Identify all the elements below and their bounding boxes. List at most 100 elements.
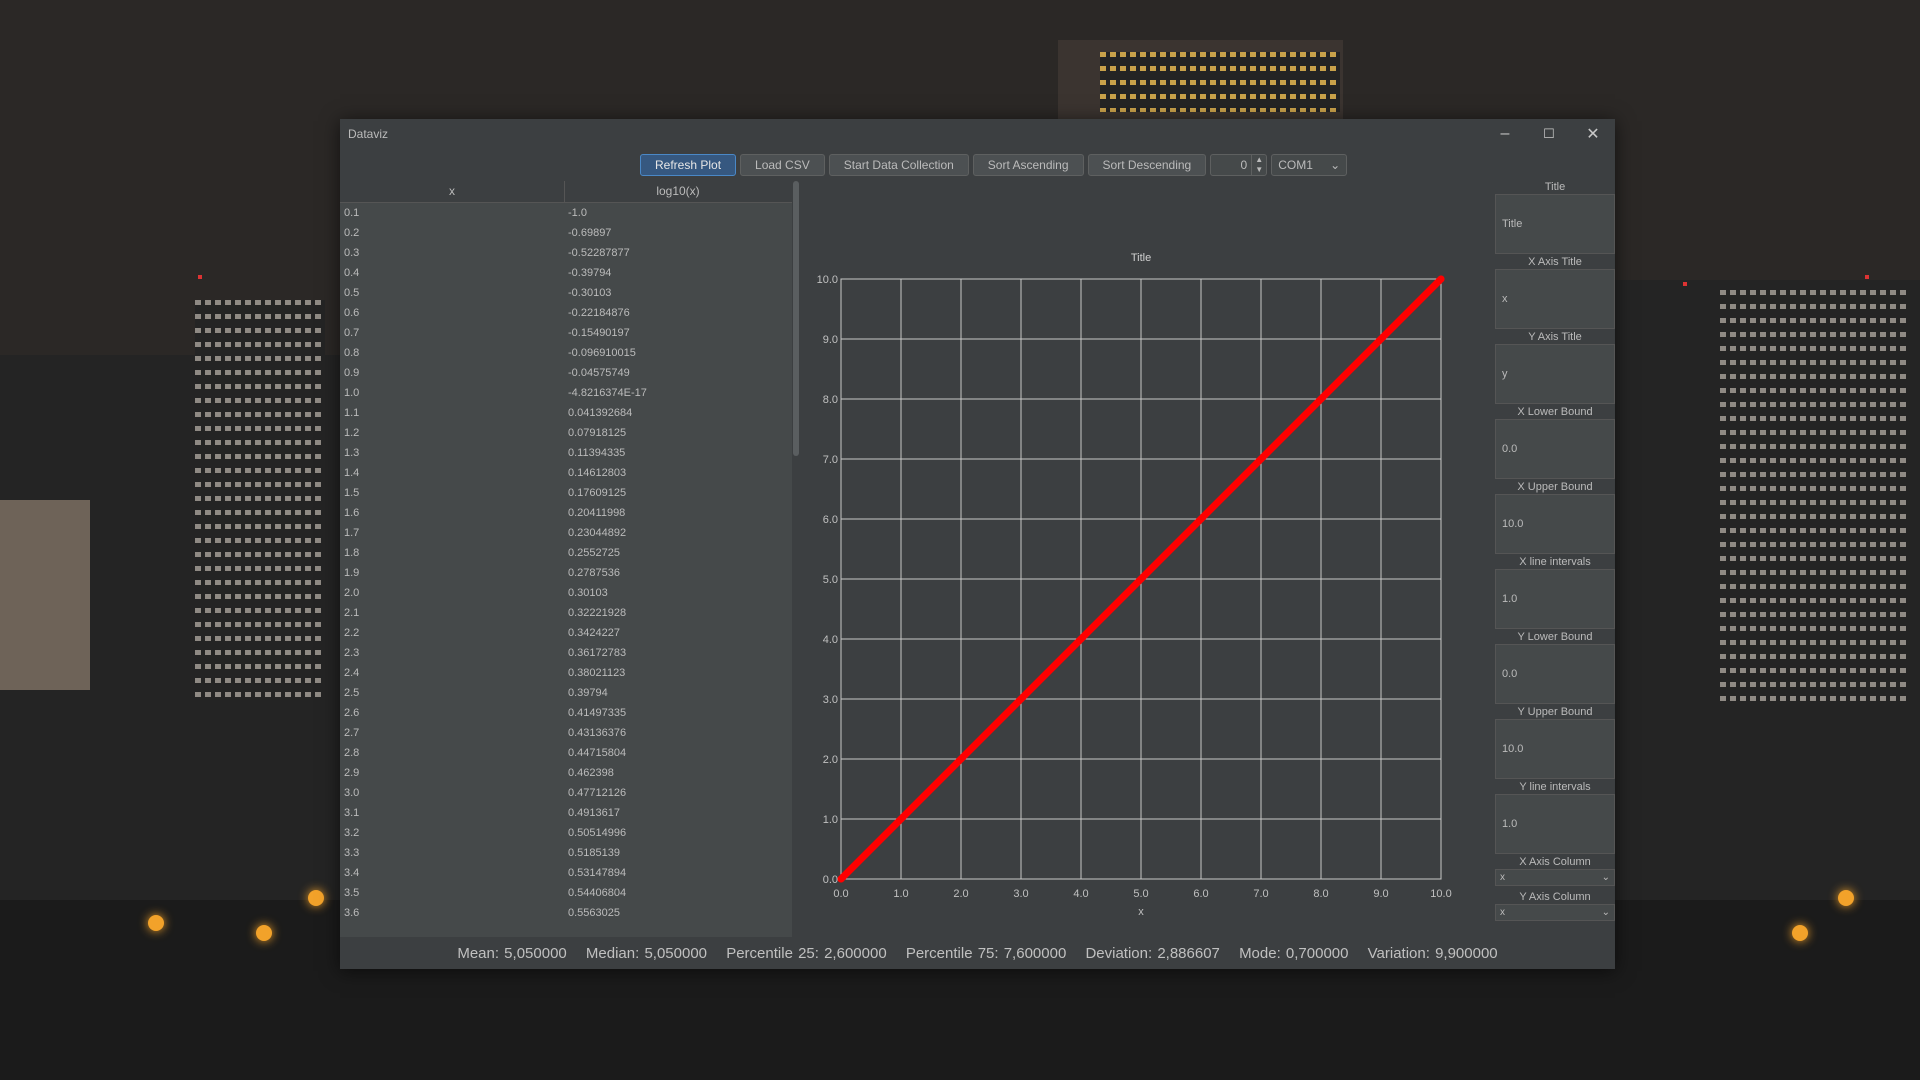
table-row[interactable]: 0.5 -0.30103 [340, 283, 790, 303]
cell-x[interactable]: 3.6 [340, 903, 564, 923]
cell-x[interactable]: 2.1 [340, 603, 564, 623]
x-axis-column-select[interactable]: x ⌄ [1495, 869, 1615, 886]
table-row[interactable]: 3.1 0.4913617 [340, 803, 790, 823]
table-row[interactable]: 1.8 0.2552725 [340, 543, 790, 563]
table-row[interactable]: 3.3 0.5185139 [340, 843, 790, 863]
sort-descending-button[interactable]: Sort Descending [1087, 154, 1207, 176]
cell-x[interactable]: 1.3 [340, 443, 564, 463]
table-row[interactable]: 0.4 -0.39794 [340, 263, 790, 283]
cell-log10[interactable]: 0.38021123 [564, 663, 790, 683]
cell-x[interactable]: 3.0 [340, 783, 564, 803]
x-line-intervals-field[interactable]: 1.0 [1495, 569, 1615, 629]
table-row[interactable]: 2.9 0.462398 [340, 763, 790, 783]
cell-log10[interactable]: 0.3424227 [564, 623, 790, 643]
cell-log10[interactable]: -1.0 [564, 203, 790, 223]
table-row[interactable]: 0.2 -0.69897 [340, 223, 790, 243]
table-row[interactable]: 0.8 -0.096910015 [340, 343, 790, 363]
table-row[interactable]: 2.6 0.41497335 [340, 703, 790, 723]
table-row[interactable]: 2.7 0.43136376 [340, 723, 790, 743]
cell-log10[interactable]: 0.11394335 [564, 443, 790, 463]
y-lower-bound-field[interactable]: 0.0 [1495, 644, 1615, 704]
table-row[interactable]: 1.1 0.041392684 [340, 403, 790, 423]
cell-x[interactable]: 0.7 [340, 323, 564, 343]
x-lower-bound-field[interactable]: 0.0 [1495, 419, 1615, 479]
table-row[interactable]: 2.3 0.36172783 [340, 643, 790, 663]
cell-log10[interactable]: 0.2787536 [564, 563, 790, 583]
column-header-log10[interactable]: log10(x) [565, 181, 791, 202]
y-line-intervals-field[interactable]: 1.0 [1495, 794, 1615, 854]
cell-x[interactable]: 0.2 [340, 223, 564, 243]
cell-log10[interactable]: 0.53147894 [564, 863, 790, 883]
x-upper-bound-field[interactable]: 10.0 [1495, 494, 1615, 554]
cell-log10[interactable]: -0.04575749 [564, 363, 790, 383]
cell-x[interactable]: 0.4 [340, 263, 564, 283]
table-row[interactable]: 2.8 0.44715804 [340, 743, 790, 763]
maximize-icon[interactable]: ☐ [1527, 119, 1571, 149]
minimize-icon[interactable]: – [1483, 119, 1527, 149]
cell-x[interactable]: 3.4 [340, 863, 564, 883]
cell-log10[interactable]: -0.39794 [564, 263, 790, 283]
cell-log10[interactable]: 0.36172783 [564, 643, 790, 663]
cell-log10[interactable]: 0.30103 [564, 583, 790, 603]
cell-log10[interactable]: 0.5563025 [564, 903, 790, 923]
table-row[interactable]: 1.6 0.20411998 [340, 503, 790, 523]
y-upper-bound-field[interactable]: 10.0 [1495, 719, 1615, 779]
table-row[interactable]: 0.7 -0.15490197 [340, 323, 790, 343]
title-field[interactable]: Title [1495, 194, 1615, 254]
table-row[interactable]: 2.2 0.3424227 [340, 623, 790, 643]
table-row[interactable]: 1.7 0.23044892 [340, 523, 790, 543]
refresh-plot-button[interactable]: Refresh Plot [640, 154, 737, 176]
scrollbar-thumb[interactable] [793, 181, 799, 456]
table-scrollbar[interactable] [792, 181, 800, 937]
table-row[interactable]: 2.1 0.32221928 [340, 603, 790, 623]
table-row[interactable]: 1.5 0.17609125 [340, 483, 790, 503]
cell-x[interactable]: 2.8 [340, 743, 564, 763]
cell-log10[interactable]: 0.50514996 [564, 823, 790, 843]
cell-x[interactable]: 0.3 [340, 243, 564, 263]
cell-x[interactable]: 0.8 [340, 343, 564, 363]
cell-x[interactable]: 1.5 [340, 483, 564, 503]
table-row[interactable]: 3.4 0.53147894 [340, 863, 790, 883]
table-row[interactable]: 3.2 0.50514996 [340, 823, 790, 843]
cell-log10[interactable]: 0.32221928 [564, 603, 790, 623]
cell-x[interactable]: 1.9 [340, 563, 564, 583]
cell-log10[interactable]: 0.5185139 [564, 843, 790, 863]
table-row[interactable]: 1.0 -4.8216374E-17 [340, 383, 790, 403]
cell-log10[interactable]: -0.52287877 [564, 243, 790, 263]
table-row[interactable]: 0.9 -0.04575749 [340, 363, 790, 383]
table-row[interactable]: 1.2 0.07918125 [340, 423, 790, 443]
cell-x[interactable]: 1.0 [340, 383, 564, 403]
table-row[interactable]: 1.9 0.2787536 [340, 563, 790, 583]
column-header-x[interactable]: x [340, 181, 565, 202]
cell-x[interactable]: 1.7 [340, 523, 564, 543]
cell-x[interactable]: 3.2 [340, 823, 564, 843]
cell-x[interactable]: 2.3 [340, 643, 564, 663]
cell-x[interactable]: 2.7 [340, 723, 564, 743]
spinner-arrows-icon[interactable]: ▲ ▼ [1251, 155, 1266, 175]
cell-log10[interactable]: 0.43136376 [564, 723, 790, 743]
cell-x[interactable]: 3.5 [340, 883, 564, 903]
count-spinner[interactable]: 0 ▲ ▼ [1210, 154, 1268, 176]
cell-x[interactable]: 1.4 [340, 463, 564, 483]
table-row[interactable]: 0.3 -0.52287877 [340, 243, 790, 263]
cell-log10[interactable]: 0.17609125 [564, 483, 790, 503]
table-row[interactable]: 3.0 0.47712126 [340, 783, 790, 803]
y-axis-column-select[interactable]: x ⌄ [1495, 904, 1615, 921]
cell-log10[interactable]: -0.69897 [564, 223, 790, 243]
cell-log10[interactable]: -0.30103 [564, 283, 790, 303]
cell-x[interactable]: 2.2 [340, 623, 564, 643]
y-axis-title-field[interactable]: y [1495, 344, 1615, 404]
table-row[interactable]: 1.4 0.14612803 [340, 463, 790, 483]
cell-log10[interactable]: 0.041392684 [564, 403, 790, 423]
table-row[interactable]: 2.0 0.30103 [340, 583, 790, 603]
spinner-value[interactable]: 0 [1211, 155, 1251, 175]
cell-log10[interactable]: 0.23044892 [564, 523, 790, 543]
x-axis-title-field[interactable]: x [1495, 269, 1615, 329]
cell-log10[interactable]: -4.8216374E-17 [564, 383, 790, 403]
cell-log10[interactable]: 0.2552725 [564, 543, 790, 563]
cell-log10[interactable]: 0.14612803 [564, 463, 790, 483]
table-row[interactable]: 2.5 0.39794 [340, 683, 790, 703]
table-row[interactable]: 1.3 0.11394335 [340, 443, 790, 463]
cell-log10[interactable]: 0.4913617 [564, 803, 790, 823]
cell-log10[interactable]: -0.22184876 [564, 303, 790, 323]
